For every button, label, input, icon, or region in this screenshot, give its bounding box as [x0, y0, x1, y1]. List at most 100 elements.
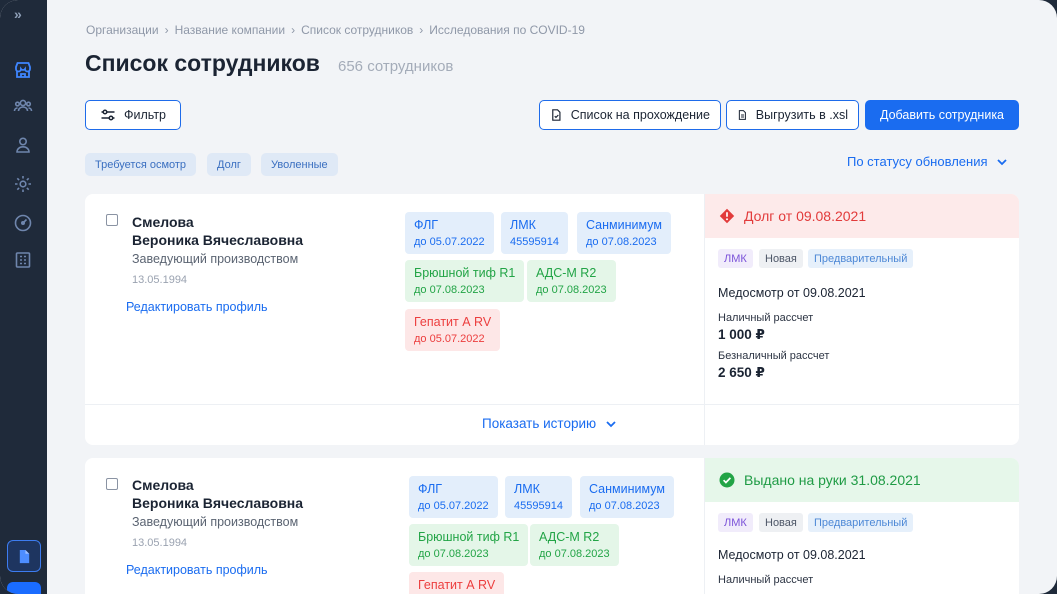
show-history-label: Показать историю: [482, 416, 597, 431]
sort-dropdown-label: По статусу обновления: [847, 154, 988, 169]
badge-lmk: ЛМК: [718, 249, 753, 268]
test-tag[interactable]: Санминимум до 07.08.2023: [577, 212, 671, 254]
spreadsheet-icon: [738, 110, 746, 120]
chevron-right-icon: ›: [164, 23, 169, 37]
badge-new: Новая: [759, 513, 803, 532]
test-tag[interactable]: ЛМК 45595914: [505, 476, 572, 518]
add-employee-button[interactable]: Добавить сотрудника: [865, 100, 1019, 130]
test-name: ФЛГ: [414, 218, 439, 232]
show-history-button[interactable]: Показать историю: [482, 416, 617, 431]
chevron-right-icon: ›: [419, 23, 424, 37]
test-tag[interactable]: ФЛГ до 05.07.2022: [405, 212, 494, 254]
badge-preliminary: Предварительный: [808, 513, 914, 532]
badge-preliminary: Предварительный: [808, 249, 914, 268]
noncash-value: 2 650 ₽: [718, 365, 765, 380]
chevron-right-icon: ›: [291, 23, 296, 37]
edit-profile-link[interactable]: Редактировать профиль: [126, 563, 268, 577]
employee-card: Смелова Вероника Вячеславовна Заведующий…: [85, 458, 1019, 594]
test-number: 45595914: [510, 236, 559, 248]
test-tag[interactable]: ЛМК 45595914: [501, 212, 568, 254]
test-name: ЛМК: [514, 482, 540, 496]
test-date: до 07.08.2023: [589, 500, 660, 512]
test-name: Санминимум: [586, 218, 662, 232]
status-badge: Долг от 09.08.2021: [705, 194, 1019, 238]
status-text: Долг от 09.08.2021: [744, 208, 867, 224]
filter-button[interactable]: Фильтр: [85, 100, 181, 130]
breadcrumb-item[interactable]: Название компании: [175, 23, 285, 37]
employee-position: Заведующий производством: [132, 515, 299, 529]
test-name: Санминимум: [589, 482, 665, 496]
sidebar: »: [0, 0, 47, 594]
select-checkbox[interactable]: [106, 478, 118, 490]
test-name: ФЛГ: [418, 482, 443, 496]
breadcrumb-item[interactable]: Организации: [86, 23, 159, 37]
test-date: до 07.08.2023: [418, 548, 489, 560]
employee-card: Смелова Вероника Вячеславовна Заведующий…: [85, 194, 1019, 445]
history-row-right: [704, 404, 1019, 445]
test-tag[interactable]: Гепатит А RV до 05.07.2022: [405, 309, 501, 351]
employee-name: Смелова Вероника Вячеславовна: [132, 476, 303, 512]
document-icon: [552, 109, 561, 121]
status-badge: Выдано на руки 31.08.2021: [705, 458, 1019, 502]
check-circle-icon: [719, 472, 735, 488]
edit-profile-link[interactable]: Редактировать профиль: [126, 300, 268, 314]
cash-label: Наличный рассчет: [718, 312, 814, 324]
test-tag[interactable]: Гепатит А RV: [409, 572, 505, 594]
test-tag[interactable]: Брюшной тиф R1 до 07.08.2023: [409, 524, 529, 566]
employee-given-name: Вероника Вячеславовна: [132, 495, 304, 511]
test-tag[interactable]: Санминимум до 07.08.2023: [580, 476, 674, 518]
breadcrumb-item[interactable]: Исследования по COVID-19: [429, 23, 585, 37]
employee-birthdate: 13.05.1994: [132, 537, 188, 549]
user-icon[interactable]: [11, 133, 35, 157]
chevron-down-icon: [606, 420, 616, 427]
warning-icon: [719, 208, 735, 224]
employee-surname: Смелова: [132, 477, 194, 493]
gauge-icon[interactable]: [11, 211, 35, 235]
gear-icon[interactable]: [11, 172, 35, 196]
employee-name: Смелова Вероника Вячеславовна: [132, 213, 303, 249]
chevron-down-icon: [996, 158, 1007, 165]
main-content: Организации › Название компании › Список сот…: [47, 0, 1057, 594]
test-tag[interactable]: Брюшной тиф R1 до 07.08.2023: [405, 260, 525, 302]
store-icon[interactable]: [11, 58, 35, 82]
test-tag[interactable]: АДС-М R2 до 07.08.2023: [527, 260, 616, 302]
chip-fired[interactable]: Уволенные: [261, 153, 338, 176]
badge-new: Новая: [759, 249, 803, 268]
test-number: 45595914: [514, 500, 563, 512]
test-name: АДС-М R2: [539, 530, 600, 544]
test-date: до 05.07.2022: [418, 500, 489, 512]
test-date: до 05.07.2022: [414, 333, 485, 345]
building-icon[interactable]: [11, 248, 35, 272]
test-name: Гепатит А RV: [414, 315, 492, 329]
export-xls-button[interactable]: Выгрузить в .xsl: [726, 100, 859, 130]
test-date: до 07.08.2023: [586, 236, 657, 248]
medical-exam-date: Медосмотр от 09.08.2021: [718, 286, 866, 300]
status-text: Выдано на руки 31.08.2021: [744, 472, 921, 488]
test-tag[interactable]: АДС-М R2 до 07.08.2023: [530, 524, 619, 566]
add-employee-button-label: Добавить сотрудника: [879, 108, 1005, 122]
sidebar-active-item[interactable]: [7, 582, 41, 594]
status-panel: Выдано на руки 31.08.2021 ЛМК Новая Пред…: [704, 458, 1019, 594]
breadcrumb: Организации › Название компании › Список сот…: [86, 23, 585, 37]
employee-count: 656 сотрудников: [338, 58, 454, 75]
noncash-label: Безналичный рассчет: [718, 350, 830, 362]
pass-list-button[interactable]: Список на прохождение: [539, 100, 721, 130]
test-name: АДС-М R2: [536, 266, 597, 280]
badge-lmk: ЛМК: [718, 513, 753, 532]
chip-requires-checkup[interactable]: Требуется осмотр: [85, 153, 197, 176]
sort-dropdown[interactable]: По статусу обновления: [847, 154, 1008, 169]
test-name: ЛМК: [510, 218, 536, 232]
employee-position: Заведующий производством: [132, 252, 299, 266]
select-checkbox[interactable]: [106, 214, 118, 226]
test-name: Брюшной тиф R1: [414, 266, 516, 280]
expand-icon[interactable]: »: [14, 6, 22, 22]
test-tag[interactable]: ФЛГ до 05.07.2022: [409, 476, 498, 518]
test-date: до 05.07.2022: [414, 236, 485, 248]
document-icon[interactable]: [7, 540, 41, 572]
cash-value: 1 000 ₽: [718, 327, 765, 342]
pass-list-button-label: Список на прохождение: [570, 108, 710, 122]
breadcrumb-item[interactable]: Список сотрудников: [301, 23, 413, 37]
chip-debt[interactable]: Долг: [207, 153, 251, 176]
users-icon[interactable]: [11, 94, 35, 118]
test-date: до 07.08.2023: [536, 284, 607, 296]
